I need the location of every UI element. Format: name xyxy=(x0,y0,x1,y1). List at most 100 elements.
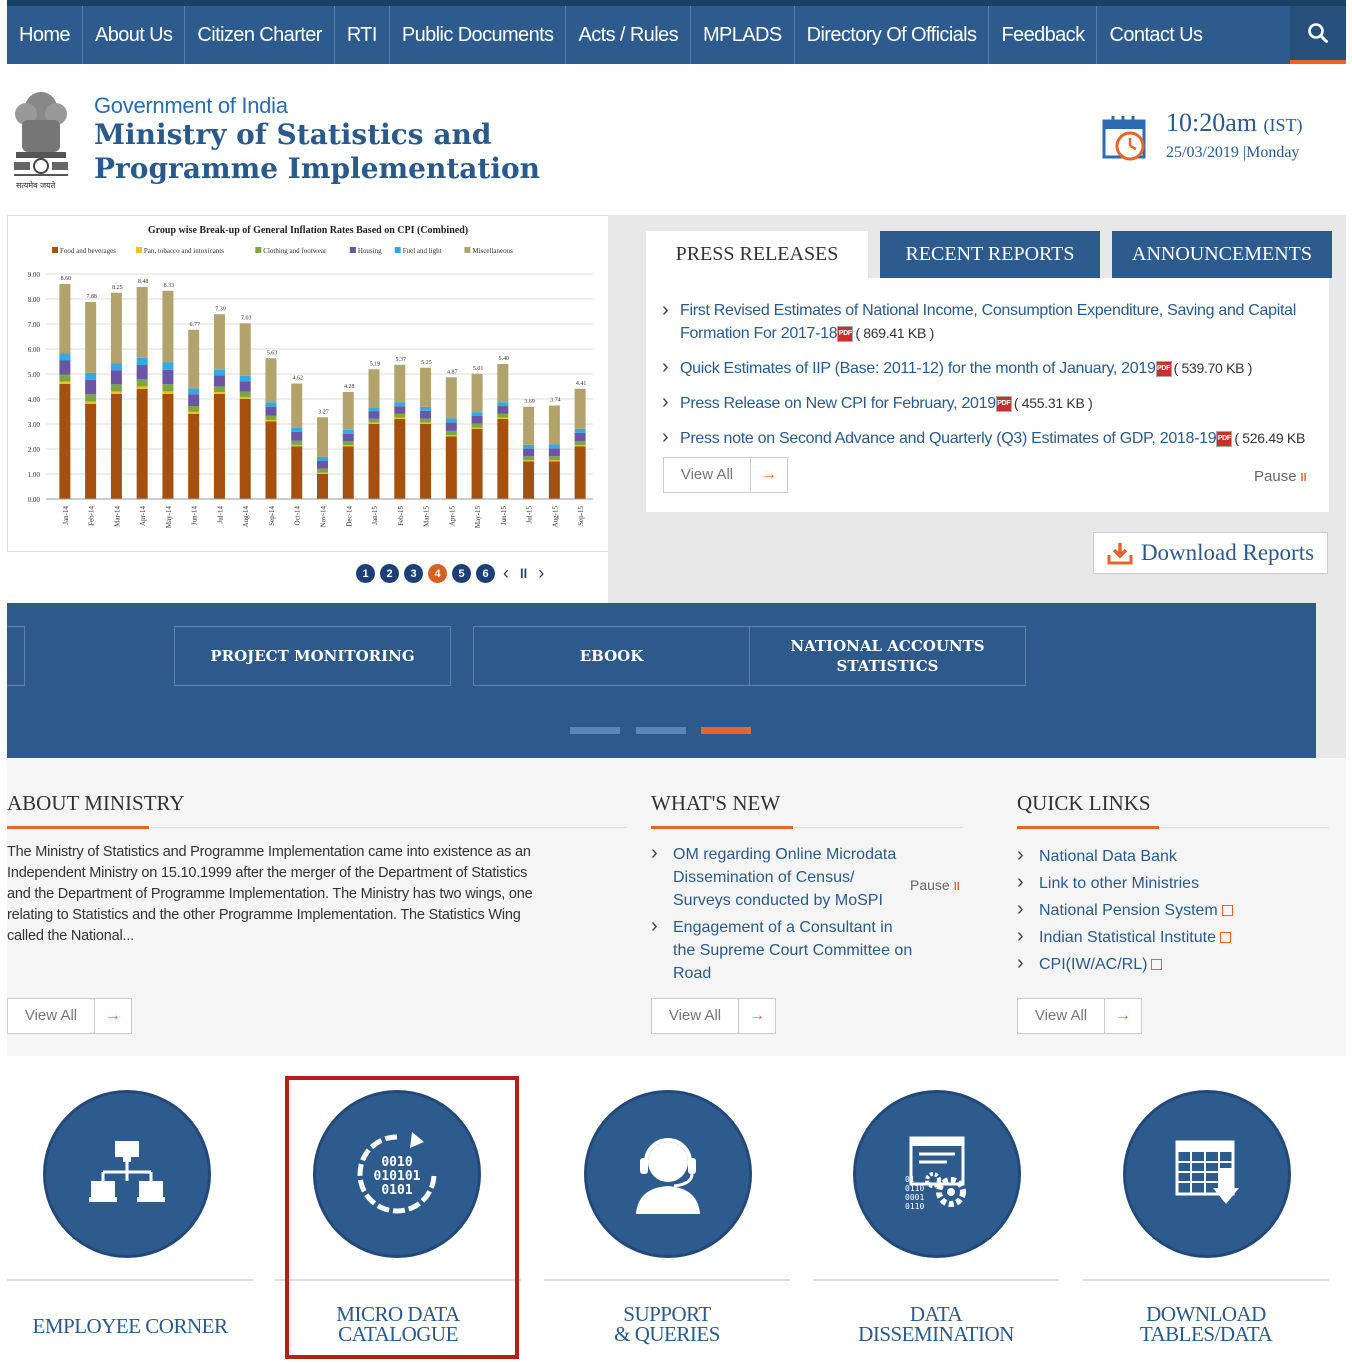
label-line: DATA xyxy=(909,1302,963,1326)
tab-press-releases[interactable]: PRESS RELEASES xyxy=(646,231,868,278)
time-value: 10:20am xyxy=(1166,108,1257,137)
chart-bar-segment xyxy=(85,302,97,373)
arrow-right-icon: → xyxy=(761,466,777,483)
slide-dot-4[interactable]: 4 xyxy=(428,564,447,583)
nav-directory-of-officials[interactable]: Directory Of Officials xyxy=(795,6,990,64)
chart-svg: Group wise Break-up of General Inflation… xyxy=(28,225,593,528)
chart-bar-segment xyxy=(471,429,483,499)
icon-divider xyxy=(1083,1279,1329,1281)
bar-data-label: 5.25 xyxy=(421,360,432,366)
card-project-monitoring[interactable]: PROJECT MONITORING xyxy=(174,626,451,686)
employee-corner-label[interactable]: EMPLOYEE CORNER xyxy=(7,1316,253,1337)
y-tick-label: 8.00 xyxy=(28,296,41,304)
quick-links-view-all-button[interactable]: View All → xyxy=(1017,998,1142,1034)
carousel-indicator-2[interactable] xyxy=(636,727,686,734)
chart-bar-segment xyxy=(420,424,432,499)
bar-data-label: 8.33 xyxy=(164,283,175,289)
employee-corner-button[interactable] xyxy=(43,1090,211,1258)
chart-bar-segment xyxy=(445,436,457,499)
bar-data-label: 7.39 xyxy=(215,306,226,312)
chart-bar-segment xyxy=(574,441,586,446)
download-tables-data-label[interactable]: DOWNLOAD TABLES/DATA xyxy=(1083,1304,1329,1345)
nav-home[interactable]: Home xyxy=(7,6,83,64)
partial-card[interactable] xyxy=(7,626,25,686)
support-queries-button[interactable] xyxy=(584,1090,752,1258)
card-ebook[interactable]: EBOOK xyxy=(473,626,750,686)
whats-new-item[interactable]: Engagement of a Consultant in the Suprem… xyxy=(651,915,916,985)
quick-link-label: National Data Bank xyxy=(1039,848,1177,865)
data-dissemination-label[interactable]: DATA DISSEMINATION xyxy=(813,1302,1059,1345)
chart-bar-segment xyxy=(368,424,380,499)
carousel-indicator-1[interactable] xyxy=(570,727,620,734)
press-item-text[interactable]: Quick Estimates of IIP (Base: 2011-12) f… xyxy=(680,360,1156,377)
chart-bar-segment xyxy=(574,432,586,442)
national-emblem[interactable]: सत्यमेव जयते xyxy=(8,82,74,194)
x-tick-label: Oct-14 xyxy=(294,506,302,526)
press-item[interactable]: Press Release on New CPI for February, 2… xyxy=(662,391,1312,415)
whats-new-pause-button[interactable]: Pause ll xyxy=(910,877,960,893)
nav-feedback[interactable]: Feedback xyxy=(989,6,1098,64)
arrow-right-icon: → xyxy=(105,1007,121,1024)
press-item[interactable]: First Revised Estimates of National Inco… xyxy=(662,299,1312,345)
chart-bar-segment xyxy=(394,417,406,419)
press-item[interactable]: Press note on Second Advance and Quarter… xyxy=(662,427,1312,449)
nav-rti[interactable]: RTI xyxy=(335,6,390,64)
quick-link-national-pension-system[interactable]: National Pension System xyxy=(1017,896,1317,924)
slide-dot-3[interactable]: 3 xyxy=(404,564,423,583)
nav-public-documents[interactable]: Public Documents xyxy=(390,6,567,64)
press-view-all-button[interactable]: View All → xyxy=(663,457,788,493)
press-pause-button[interactable]: Pause ll xyxy=(1254,468,1307,485)
slide-dot-6[interactable]: 6 xyxy=(476,564,495,583)
chart-bar-segment xyxy=(420,367,432,407)
chart-bar-segment xyxy=(497,417,509,419)
chart-bar-segment xyxy=(239,397,251,399)
slide-pause-icon[interactable]: ll xyxy=(517,566,530,581)
press-item[interactable]: Quick Estimates of IIP (Base: 2011-12) f… xyxy=(662,356,1312,380)
nav-mplads[interactable]: MPLADS xyxy=(691,6,795,64)
bar-data-label: 7.88 xyxy=(86,294,97,300)
inflation-chart[interactable]: Group wise Break-up of General Inflation… xyxy=(7,215,609,552)
x-tick-label: Jun-15 xyxy=(500,506,508,526)
chart-bar-segment xyxy=(265,419,277,422)
slide-prev-icon[interactable]: ‹ xyxy=(500,563,512,584)
nav-acts-rules[interactable]: Acts / Rules xyxy=(566,6,691,64)
quick-link-cpi[interactable]: CPI(IW/AC/RL) xyxy=(1017,950,1317,978)
whats-new-view-all-button[interactable]: View All → xyxy=(651,998,776,1034)
card-national-accounts-statistics[interactable]: NATIONAL ACCOUNTS STATISTICS xyxy=(749,626,1026,686)
whats-new-item[interactable]: OM regarding Online Microdata Disseminat… xyxy=(651,842,916,912)
quick-link-other-ministries[interactable]: Link to other Ministries xyxy=(1017,869,1317,897)
icon-divider xyxy=(813,1279,1059,1281)
tab-recent-reports[interactable]: RECENT REPORTS xyxy=(880,231,1100,278)
data-dissemination-button[interactable]: 01 0110 0001 0110 xyxy=(853,1090,1021,1258)
press-item-text[interactable]: First Revised Estimates of National Inco… xyxy=(680,302,1296,342)
slide-dot-2[interactable]: 2 xyxy=(380,564,399,583)
legend-label: Pan, tobacco and intoxicants xyxy=(144,247,224,255)
chart-bar-segment xyxy=(445,422,457,431)
nav-citizen-charter[interactable]: Citizen Charter xyxy=(185,6,335,64)
chart-bar-segment xyxy=(188,411,200,414)
chart-bar-segment xyxy=(110,394,122,499)
bar-data-label: 5.37 xyxy=(396,357,407,363)
gov-of-india-label[interactable]: Government of India xyxy=(94,93,288,119)
chart-bar-segment xyxy=(317,417,328,457)
quick-link-indian-statistical-institute[interactable]: Indian Statistical Institute xyxy=(1017,923,1317,951)
press-item-text[interactable]: Press note on Second Advance and Quarter… xyxy=(680,430,1217,447)
tab-announcements[interactable]: ANNOUNCEMENTS xyxy=(1112,231,1332,278)
chart-bar-segment xyxy=(368,418,380,423)
ministry-title[interactable]: Ministry of Statistics and Programme Imp… xyxy=(94,118,540,186)
legend-label: Housing xyxy=(358,247,382,255)
about-view-all-button[interactable]: View All → xyxy=(7,998,132,1034)
quick-link-national-data-bank[interactable]: National Data Bank xyxy=(1017,842,1317,870)
slide-dot-5[interactable]: 5 xyxy=(452,564,471,583)
chart-bar-segment xyxy=(523,456,535,461)
download-tables-data-button[interactable] xyxy=(1123,1090,1291,1258)
nav-about-us[interactable]: About Us xyxy=(83,6,186,64)
slide-next-icon[interactable]: › xyxy=(535,563,547,584)
carousel-indicator-3[interactable] xyxy=(701,727,751,734)
nav-contact-us[interactable]: Contact Us xyxy=(1097,6,1214,64)
support-queries-label[interactable]: SUPPORT & QUERIES xyxy=(544,1304,790,1345)
search-button[interactable] xyxy=(1290,6,1346,64)
download-reports-button[interactable]: Download Reports xyxy=(1093,532,1328,574)
press-item-text[interactable]: Press Release on New CPI for February, 2… xyxy=(680,395,996,412)
slide-dot-1[interactable]: 1 xyxy=(356,564,375,583)
